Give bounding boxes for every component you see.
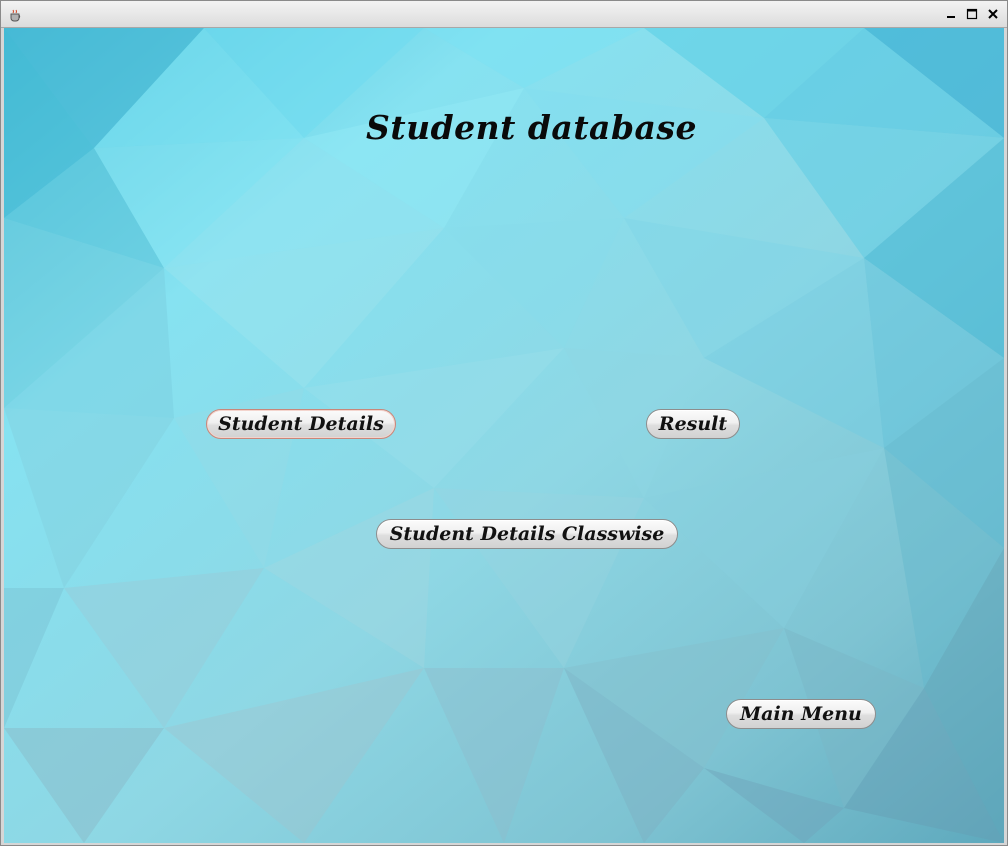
title-bar[interactable]	[1, 1, 1007, 28]
main-panel: Student database Student Details Result …	[4, 28, 1004, 843]
student-details-button[interactable]: Student Details	[206, 409, 396, 439]
page-title: Student database	[366, 108, 697, 147]
result-button[interactable]: Result	[646, 409, 740, 439]
app-window: Student database Student Details Result …	[0, 0, 1008, 846]
student-details-classwise-button[interactable]: Student Details Classwise	[376, 519, 678, 549]
java-cup-icon	[9, 7, 23, 22]
window-controls	[942, 5, 1001, 22]
minimize-icon[interactable]	[942, 5, 959, 22]
main-menu-button[interactable]: Main Menu	[726, 699, 876, 729]
close-icon[interactable]	[984, 5, 1001, 22]
maximize-icon[interactable]	[963, 5, 980, 22]
